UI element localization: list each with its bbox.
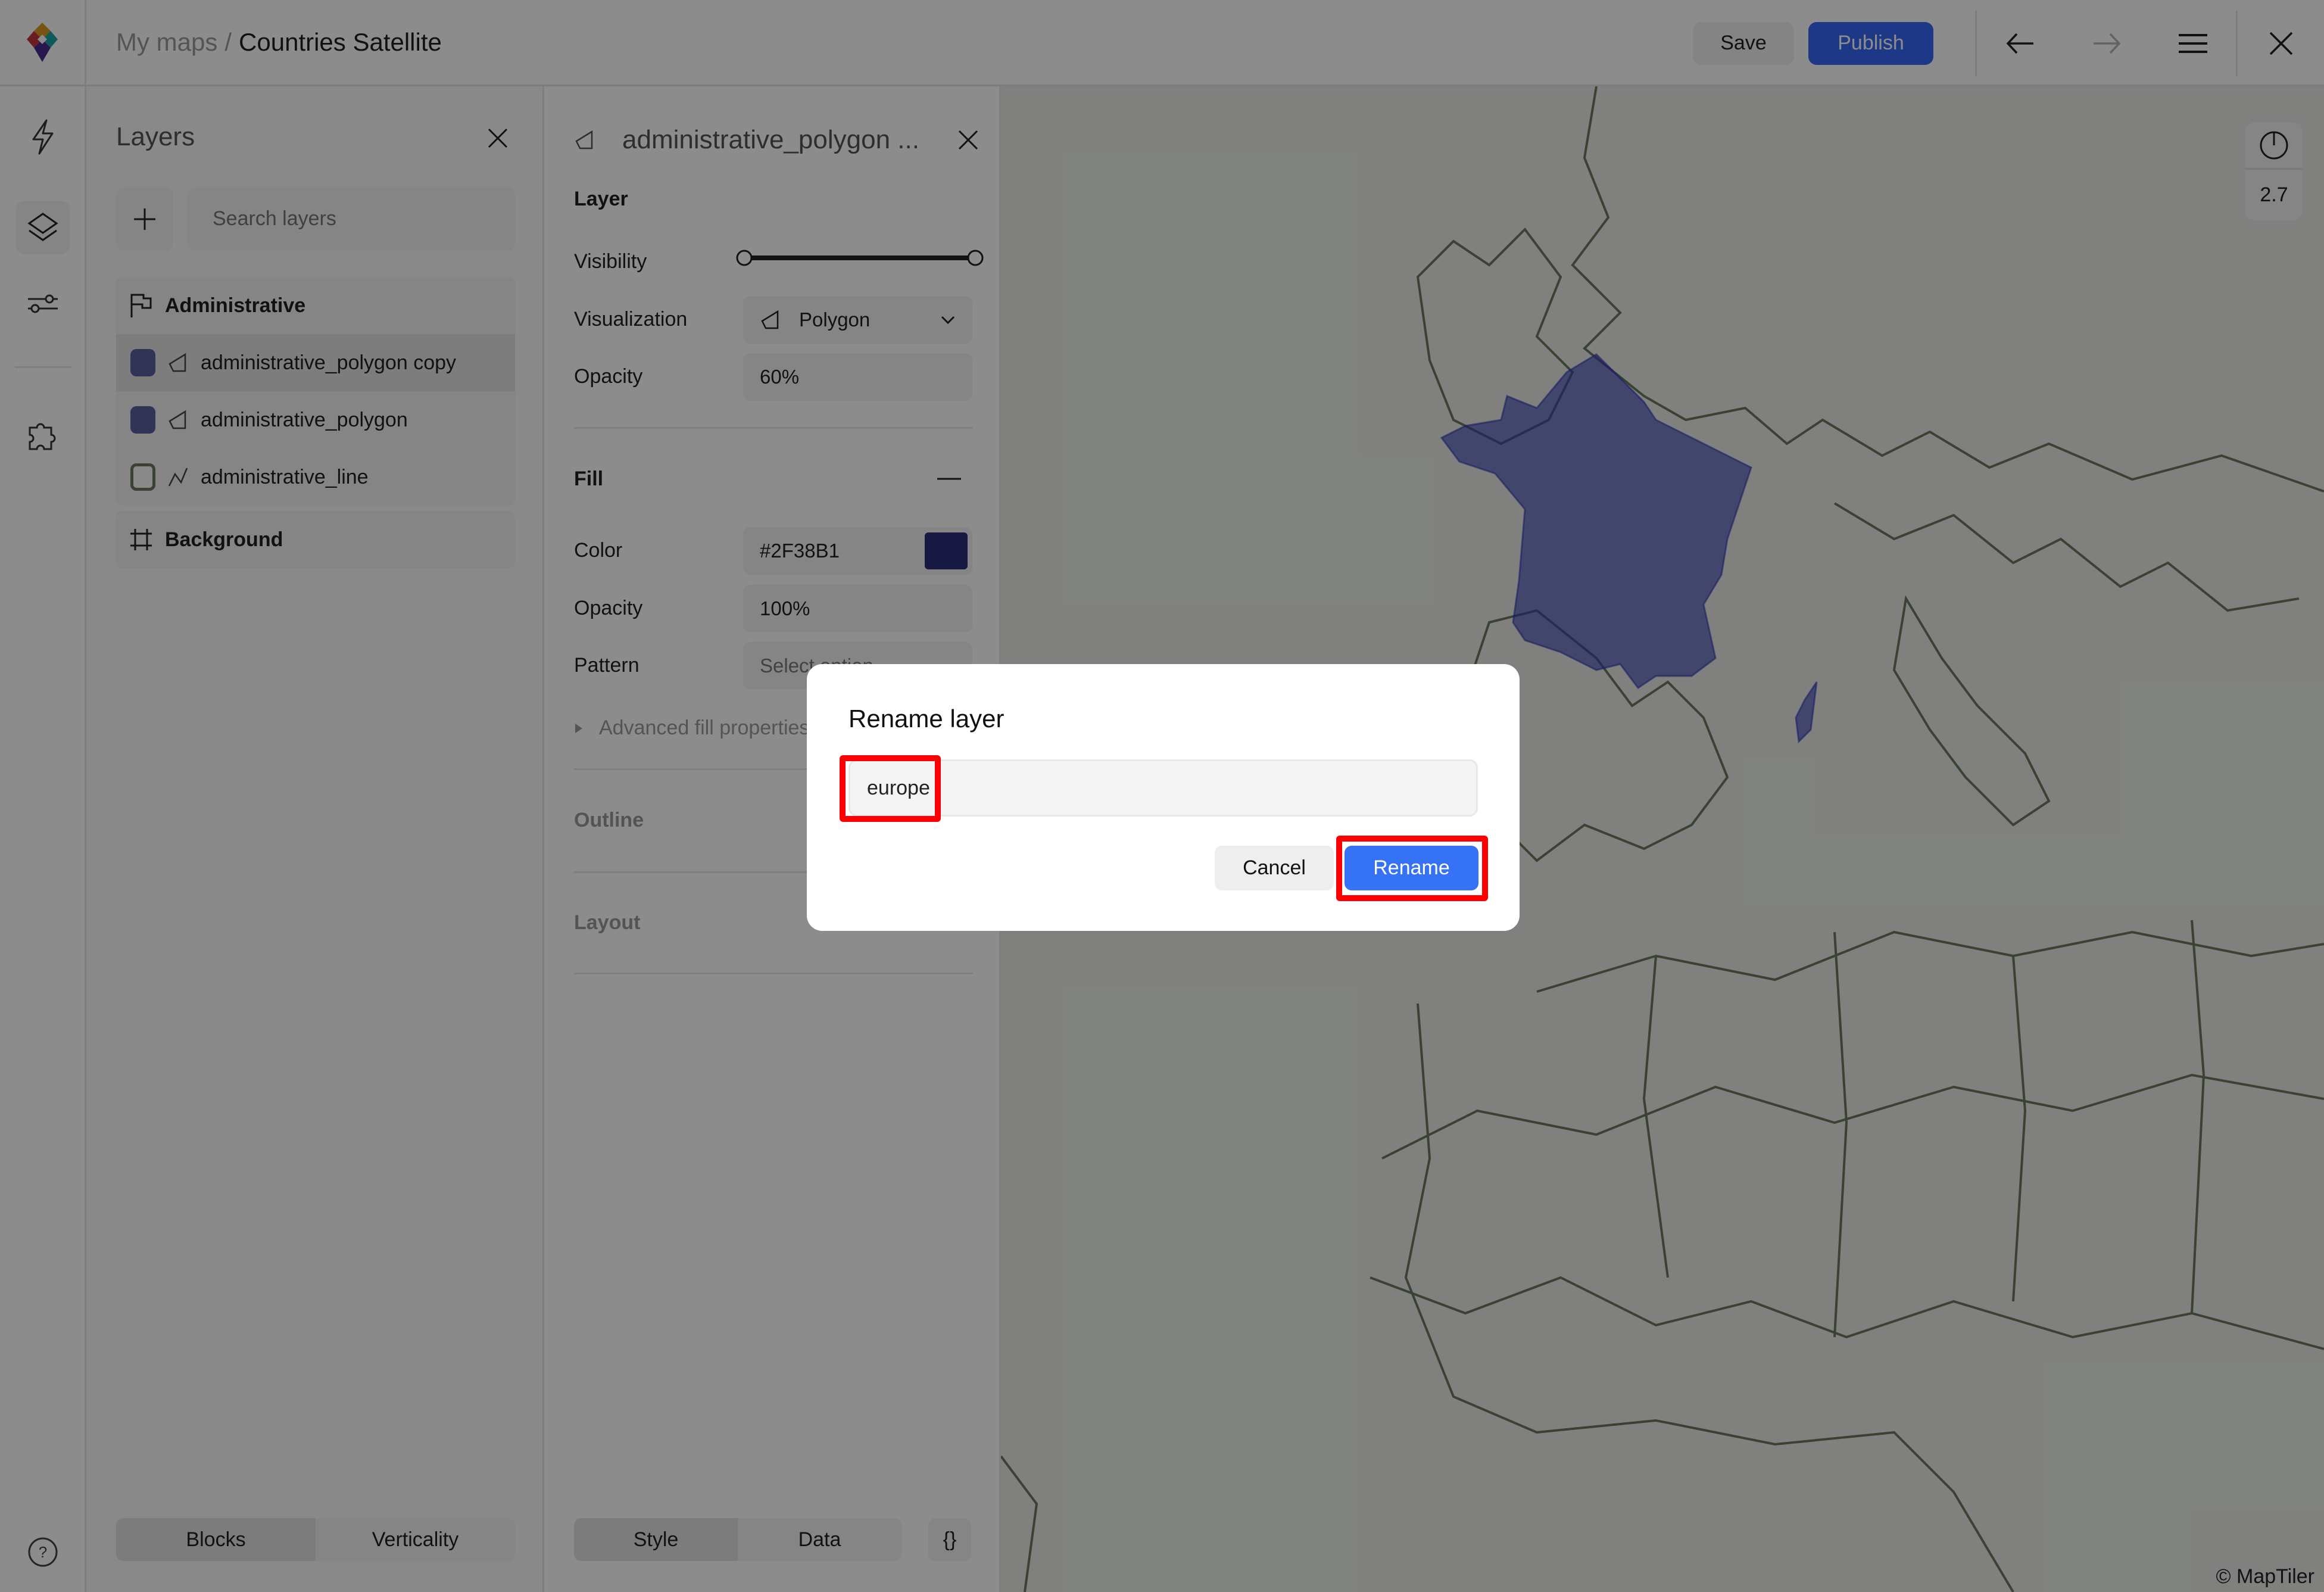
layer-name-input[interactable] bbox=[849, 759, 1478, 817]
cancel-button[interactable]: Cancel bbox=[1215, 846, 1334, 890]
rename-button[interactable]: Rename bbox=[1345, 846, 1478, 890]
dialog-title: Rename layer bbox=[849, 705, 1005, 733]
app: My maps / Countries Satellite Save Publi… bbox=[0, 0, 2324, 1592]
rename-layer-dialog: Rename layer Cancel Rename bbox=[807, 664, 1520, 931]
